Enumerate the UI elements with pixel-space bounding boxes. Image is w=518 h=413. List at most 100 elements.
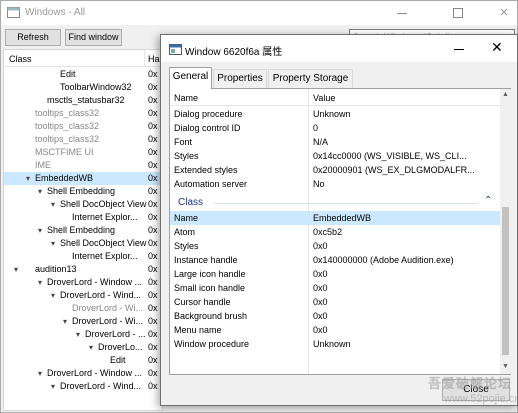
- tree-row[interactable]: ▾ DroverLord - Wind... 0x: [4, 380, 162, 393]
- property-row[interactable]: Automation server No: [170, 177, 500, 191]
- tree-row-label: MSCTFIME UI: [35, 147, 94, 157]
- collapse-chevron-icon[interactable]: ▾: [87, 341, 95, 354]
- vertical-scrollbar[interactable]: ▲ ▼: [500, 89, 511, 374]
- tree-row[interactable]: tooltips_class32 0x: [4, 133, 162, 146]
- property-row[interactable]: Cursor handle 0x0: [170, 295, 500, 309]
- property-row[interactable]: Background brush 0x0: [170, 309, 500, 323]
- general-tab-panel: Name Value Dialog procedure Unknown Dialo…: [169, 88, 511, 375]
- property-row[interactable]: Font N/A: [170, 135, 500, 149]
- collapse-chevron-icon[interactable]: ▾: [12, 263, 20, 276]
- tree-row[interactable]: tooltips_class32 0x: [4, 107, 162, 120]
- tree-col-handle[interactable]: Ha: [148, 54, 160, 64]
- property-name: Cursor handle: [174, 297, 231, 307]
- property-row[interactable]: Dialog control ID 0: [170, 121, 500, 135]
- tree-row[interactable]: ▾ Shell Embedding 0x: [4, 224, 162, 237]
- tab-properties[interactable]: Properties: [213, 69, 267, 88]
- property-row[interactable]: Extended styles 0x20000901 (WS_EX_DLGMODA…: [170, 163, 500, 177]
- tree-row-selected[interactable]: ▾ EmbeddedWB 0x: [4, 172, 162, 185]
- tree-col-class[interactable]: Class: [9, 54, 32, 64]
- tree-row-label: DroverLord - Wind...: [60, 290, 142, 300]
- property-row-selected[interactable]: Name EmbeddedWB: [170, 211, 500, 225]
- property-row[interactable]: Dialog procedure Unknown: [170, 107, 500, 121]
- window-tree[interactable]: Class Ha Edit 0x ToolbarWindow32 0x msctls…: [3, 49, 163, 411]
- tree-row-handle: 0x: [148, 342, 158, 352]
- property-value: N/A: [313, 137, 329, 147]
- tree-row[interactable]: tooltips_class32 0x: [4, 120, 162, 133]
- find-window-button[interactable]: Find window: [65, 29, 122, 46]
- chevron-up-icon[interactable]: ⌃: [484, 195, 492, 206]
- dialog-title-bar[interactable]: Window 6620f6a 属性 ✕: [161, 35, 517, 62]
- property-value: No: [313, 179, 325, 189]
- tree-row[interactable]: ▾ DroverLord - ... 0x: [4, 328, 162, 341]
- collapse-chevron-icon[interactable]: ▾: [74, 328, 82, 341]
- tree-row-label: Internet Explor...: [72, 212, 138, 222]
- class-group-header[interactable]: Class ⌃: [170, 194, 500, 210]
- collapse-chevron-icon[interactable]: ▾: [61, 315, 69, 328]
- tree-row[interactable]: ▾ DroverLord - Wi... 0x: [4, 315, 162, 328]
- properties-list[interactable]: Name Value Dialog procedure Unknown Dialo…: [170, 89, 500, 374]
- property-row[interactable]: Large icon handle 0x0: [170, 267, 500, 281]
- close-button[interactable]: ✕: [483, 35, 513, 62]
- collapse-chevron-icon[interactable]: ▾: [36, 367, 44, 380]
- minimize-button[interactable]: [444, 35, 474, 62]
- tree-row-handle: 0x: [148, 134, 158, 144]
- tree-row[interactable]: ▾ audition13 0x: [4, 263, 162, 276]
- col-value-header[interactable]: Value: [313, 93, 335, 103]
- property-name: Large icon handle: [174, 269, 246, 279]
- refresh-button[interactable]: Refresh: [5, 29, 61, 46]
- collapse-chevron-icon[interactable]: ▾: [49, 380, 57, 393]
- tree-row-label: IME: [35, 160, 52, 170]
- tree-row-handle: 0x: [148, 303, 158, 313]
- tab-general[interactable]: General: [169, 67, 212, 89]
- tree-row-handle: 0x: [148, 316, 158, 326]
- tree-row[interactable]: ▾ DroverLord - Wind... 0x: [4, 289, 162, 302]
- tree-row[interactable]: ▾ Shell DocObject View 0x: [4, 198, 162, 211]
- tree-row[interactable]: MSCTFIME UI 0x: [4, 146, 162, 159]
- tree-row[interactable]: Internet Explor... 0x: [4, 211, 162, 224]
- property-row[interactable]: Atom 0xc5b2: [170, 225, 500, 239]
- collapse-chevron-icon[interactable]: ▾: [36, 224, 44, 237]
- scrollbar-thumb[interactable]: [502, 207, 509, 355]
- tree-row[interactable]: IME 0x: [4, 159, 162, 172]
- tree-row[interactable]: Internet Explor... 0x: [4, 250, 162, 263]
- collapse-chevron-icon[interactable]: ▾: [49, 198, 57, 211]
- collapse-chevron-icon[interactable]: ▾: [49, 237, 57, 250]
- property-row[interactable]: Menu name 0x0: [170, 323, 500, 337]
- tab-property-storage[interactable]: Property Storage: [268, 69, 353, 88]
- tree-row[interactable]: ▾ DroverLord - Window ... 0x: [4, 276, 162, 289]
- property-row[interactable]: Styles 0x0: [170, 239, 500, 253]
- property-name: Menu name: [174, 325, 222, 335]
- property-row[interactable]: Styles 0x14cc0000 (WS_VISIBLE, WS_CLI...: [170, 149, 500, 163]
- tree-row[interactable]: ToolbarWindow32 0x: [4, 81, 162, 94]
- tree-row-label: ToolbarWindow32: [60, 82, 132, 92]
- property-row[interactable]: Window procedure Unknown: [170, 337, 500, 351]
- dialog-title: Window 6620f6a 属性: [185, 47, 283, 58]
- tree-row-label: Shell Embedding: [47, 186, 116, 196]
- collapse-chevron-icon[interactable]: ▾: [36, 185, 44, 198]
- property-row[interactable]: Instance handle 0x140000000 (Adobe Auditi…: [170, 253, 500, 267]
- tree-row[interactable]: ▾ DroverLo... 0x: [4, 341, 162, 354]
- minimize-button[interactable]: [385, 1, 419, 25]
- col-name-header[interactable]: Name: [174, 93, 198, 103]
- tree-row[interactable]: DroverLord - Wi... 0x: [4, 302, 162, 315]
- property-row[interactable]: Small icon handle 0x0: [170, 281, 500, 295]
- tree-row[interactable]: Edit 0x: [4, 68, 162, 81]
- property-value: 0x20000901 (WS_EX_DLGMODALFR...: [313, 165, 475, 175]
- tree-row[interactable]: ▾ Shell DocObject View 0x: [4, 237, 162, 250]
- collapse-chevron-icon[interactable]: ▾: [36, 276, 44, 289]
- scroll-up-arrow-icon[interactable]: ▲: [501, 91, 510, 100]
- tree-col-separator[interactable]: [144, 50, 145, 67]
- close-button[interactable]: ✕: [487, 1, 518, 25]
- tree-row-handle: 0x: [148, 147, 158, 157]
- property-name: Background brush: [174, 311, 248, 321]
- tree-row-label: tooltips_class32: [35, 134, 100, 144]
- tree-row[interactable]: ▾ Shell Embedding 0x: [4, 185, 162, 198]
- tree-row-handle: 0x: [148, 381, 158, 391]
- collapse-chevron-icon[interactable]: ▾: [49, 289, 57, 302]
- collapse-chevron-icon[interactable]: ▾: [24, 172, 32, 185]
- tree-row-label: audition13: [35, 264, 77, 274]
- maximize-button[interactable]: [441, 1, 475, 25]
- tree-row[interactable]: msctls_statusbar32 0x: [4, 94, 162, 107]
- tree-row[interactable]: ▾ DroverLord - Window ... 0x: [4, 367, 162, 380]
- tree-row[interactable]: Edit 0x: [4, 354, 162, 367]
